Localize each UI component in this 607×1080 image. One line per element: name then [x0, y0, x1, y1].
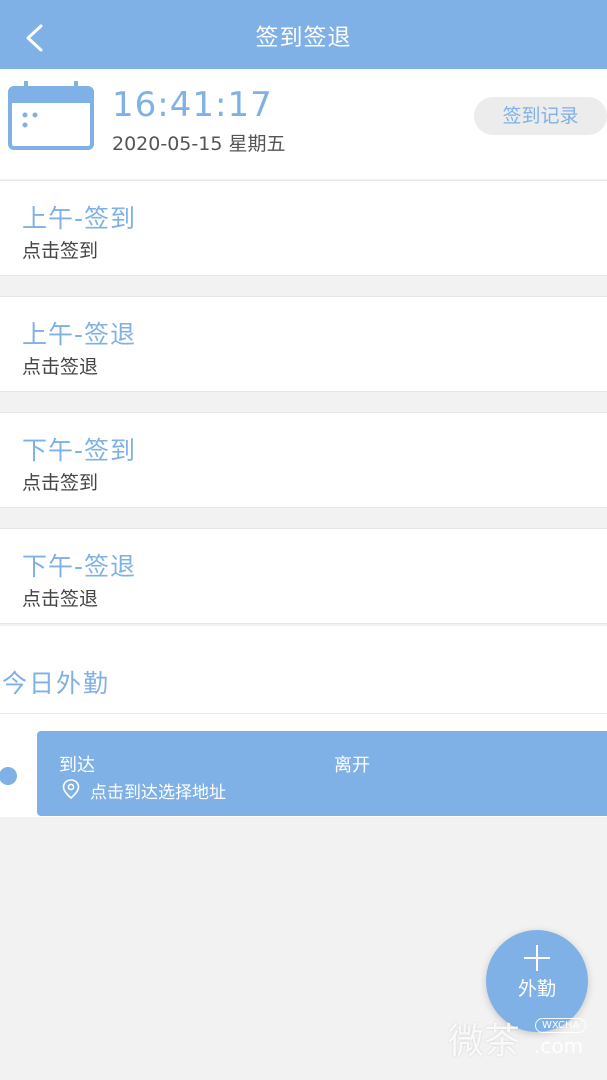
fab-label: 外勤	[517, 978, 556, 1000]
plus-icon	[524, 945, 550, 971]
location-pin-icon	[62, 779, 80, 799]
outing-entry-row: 到达 离开 点击到达选择地址	[0, 714, 607, 817]
morning-checkin-card[interactable]: 上午-签到 点击签到	[0, 180, 607, 276]
card-subtitle: 点击签退	[22, 356, 99, 378]
timeline-dot	[0, 767, 17, 785]
leave-label: 离开	[334, 755, 370, 776]
afternoon-checkin-card[interactable]: 下午-签到 点击签到	[0, 412, 607, 508]
outing-card[interactable]: 到达 离开 点击到达选择地址	[37, 731, 607, 816]
page-title: 签到签退	[255, 25, 352, 51]
calendar-icon	[8, 81, 94, 150]
card-subtitle: 点击签退	[22, 588, 99, 610]
address-prompt[interactable]: 点击到达选择地址	[90, 778, 226, 803]
section-title: 今日外勤	[2, 669, 111, 698]
afternoon-checkout-card[interactable]: 下午-签退 点击签退	[0, 528, 607, 624]
current-time: 16:41:17	[112, 85, 273, 125]
card-title: 下午-签退	[22, 552, 137, 581]
top-bar: 签到签退	[0, 0, 607, 69]
card-title: 上午-签退	[22, 320, 137, 349]
current-date: 2020-05-15 星期五	[112, 133, 286, 155]
watermark-domain: .com	[534, 1034, 584, 1058]
card-title: 上午-签到	[22, 204, 137, 233]
outing-section-header: 今日外勤	[0, 626, 607, 714]
arrive-label: 到达	[59, 755, 95, 776]
morning-checkout-card[interactable]: 上午-签退 点击签退	[0, 296, 607, 392]
card-subtitle: 点击签到	[22, 240, 99, 262]
checkin-record-button[interactable]: 签到记录	[474, 97, 607, 135]
watermark-logo: 微茶	[448, 1021, 521, 1062]
clock-panel: 16:41:17 2020-05-15 星期五 签到记录	[0, 69, 607, 179]
watermark-badge: WXCHA	[535, 1018, 587, 1033]
card-subtitle: 点击签到	[22, 472, 99, 494]
card-title: 下午-签到	[22, 436, 137, 465]
